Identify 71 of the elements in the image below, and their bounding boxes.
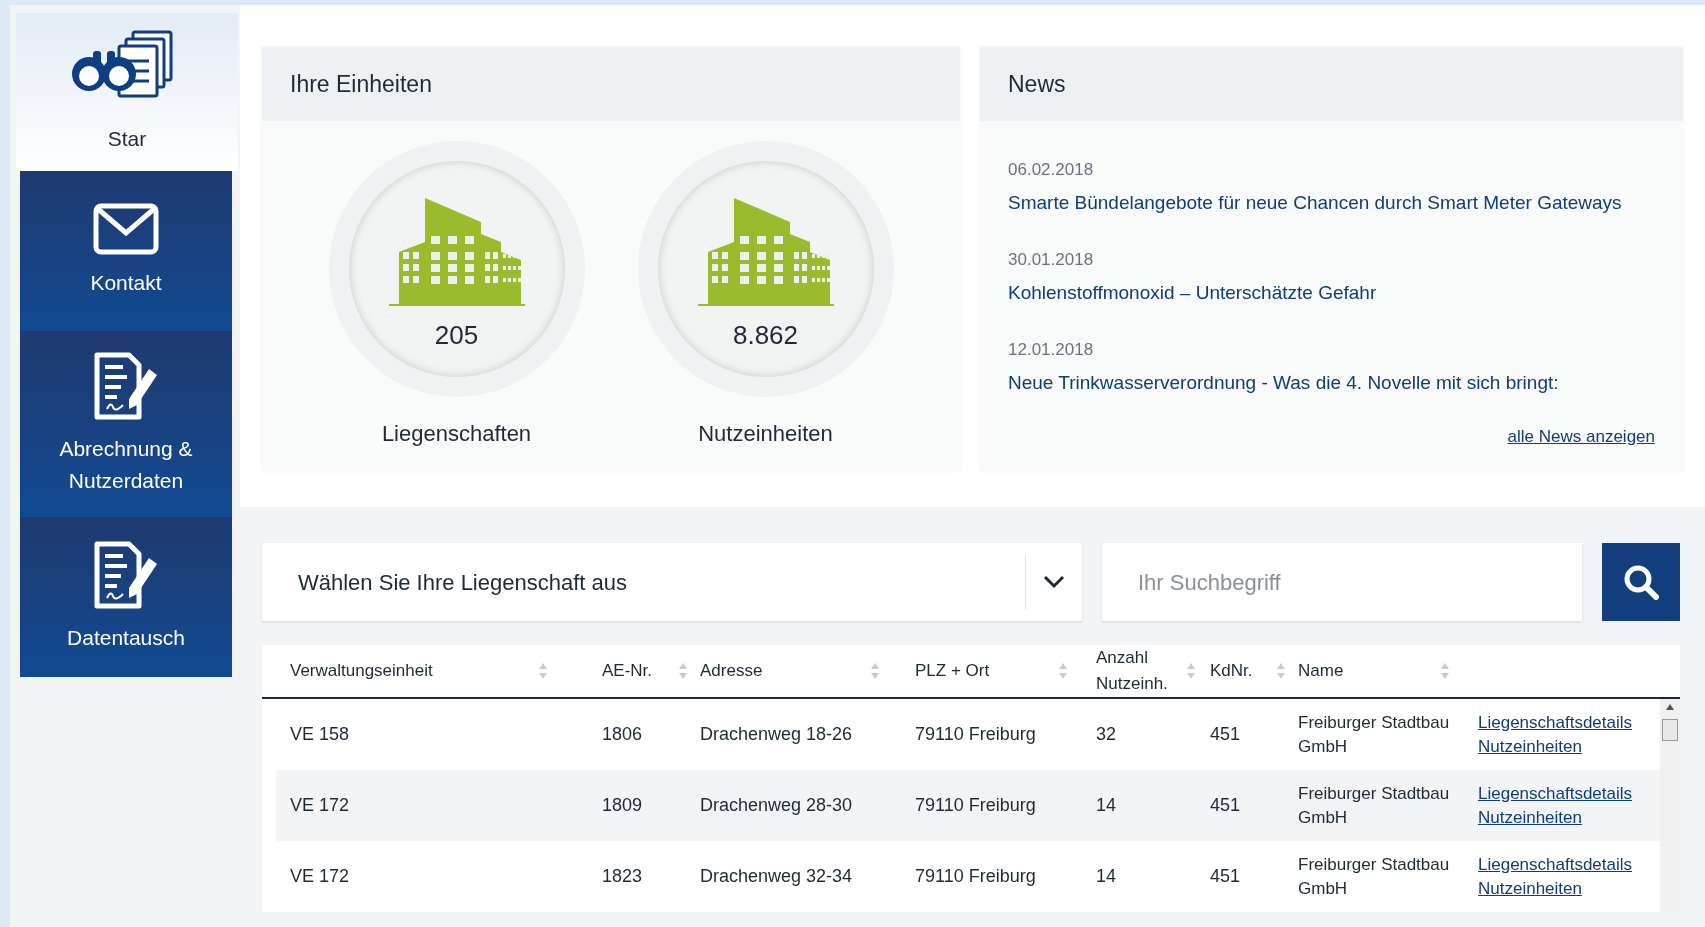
column-header: PLZ + Ort [915,660,991,682]
table-cell: VE 158 [290,724,350,744]
table-link[interactable]: Liegenschaftsdetails [1478,710,1633,735]
table-cell: 32 [1096,724,1117,744]
table-link[interactable]: Liegenschaftsdetails [1478,781,1633,806]
sort-icon[interactable] [678,662,688,680]
card-title: Ihre Einheiten [262,47,960,121]
scroll-thumb[interactable] [1662,719,1678,741]
table-cell: Drachenweg 18-26 [700,724,853,744]
table-cell-text: Freiburger Stadtbau GmbH [1298,711,1451,758]
table-cell: 1809 [602,795,643,815]
sort-icon[interactable] [1185,662,1196,680]
table-link[interactable]: Nutzeinheiten [1478,734,1633,759]
table-cell: 14 [1096,795,1117,815]
envelope-icon [93,203,159,255]
table-link[interactable]: Nutzeinheiten [1478,805,1633,830]
stat-value: 205 [434,318,479,352]
table-cell: VE 172 [290,795,350,815]
table-link[interactable]: Nutzeinheiten [1478,876,1633,901]
news-headline[interactable]: Smarte Bündelangebote für neue Chancen durch Smart Meter Gateways [1008,188,1655,217]
column-header: Anzahl Nutzeinh. [1096,647,1169,695]
building-icon [386,195,527,308]
document-pen-icon [93,540,159,610]
sort-icon[interactable] [1058,662,1069,680]
table-cell: 451 [1210,795,1241,815]
sort-icon[interactable] [870,662,881,680]
column-header: Adresse [700,660,764,682]
chevron-down-icon [1043,575,1065,589]
sidebar-item[interactable]: Abrechnung & Nutzerdaten [20,331,232,517]
scroll-up-icon[interactable] [1665,703,1675,711]
sort-icon[interactable] [1440,662,1451,680]
building-icon [695,195,836,308]
news-date: 06.02.2018 [1008,159,1095,181]
sort-icon[interactable] [1276,662,1286,680]
news-headline[interactable]: Kohlenstoffmonoxid – Unterschätzte Gefahr [1008,278,1655,307]
table-cell: Drachenweg 28-30 [700,795,853,815]
table-cell: 14 [1096,866,1117,886]
search-field[interactable]: Ihr Suchbegriff [1102,543,1582,621]
document-pen-icon [93,351,159,421]
sidebar-item[interactable]: Datentausch [20,517,232,677]
table-cell: Drachenweg 32-34 [700,866,853,886]
stat-value: 8.862 [732,318,799,352]
column-header: KdNr. [1210,660,1254,682]
table-cell: 1823 [602,866,643,886]
column-header: AE-Nr. [602,660,654,682]
scrollbar[interactable] [1660,699,1680,912]
table-link[interactable]: Liegenschaftsdetails [1478,852,1633,877]
stat-label: Liegenschaften [381,420,532,448]
column-header: Verwaltungseinheit [290,660,434,682]
search-icon [1623,564,1659,600]
column-header: Name [1298,660,1345,682]
news-headline[interactable]: Neue Trinkwasserverordnung - Was die 4. Novelle mit sich bringt: [1008,368,1655,397]
table-cell: 451 [1210,866,1241,886]
stat-label: Nutzeinheiten [698,420,833,448]
table-cell: 79110 Freiburg [915,724,1036,744]
search-button[interactable] [1602,543,1680,621]
sidebar-item[interactable]: Star [16,13,238,171]
all-news-link[interactable]: alle News anzeigen [1507,423,1655,449]
news-date: 30.01.2018 [1008,249,1095,271]
property-dropdown[interactable]: Wählen Sie Ihre Liegenschaft aus [262,543,1082,621]
sort-icon[interactable] [538,662,548,680]
table-cell-text: Freiburger Stadtbau GmbH [1298,782,1451,829]
table-cell: 1806 [602,724,643,744]
sidebar-item[interactable]: Kontakt [20,171,232,331]
table-cell: VE 172 [290,866,350,886]
table-cell-text: Freiburger Stadtbau GmbH [1298,853,1451,900]
card-title: News [980,47,1683,121]
table-cell: 451 [1210,724,1241,744]
table-cell: 79110 Freiburg [915,795,1036,815]
news-date: 12.01.2018 [1008,339,1095,361]
table-cell: 79110 Freiburg [915,866,1036,886]
